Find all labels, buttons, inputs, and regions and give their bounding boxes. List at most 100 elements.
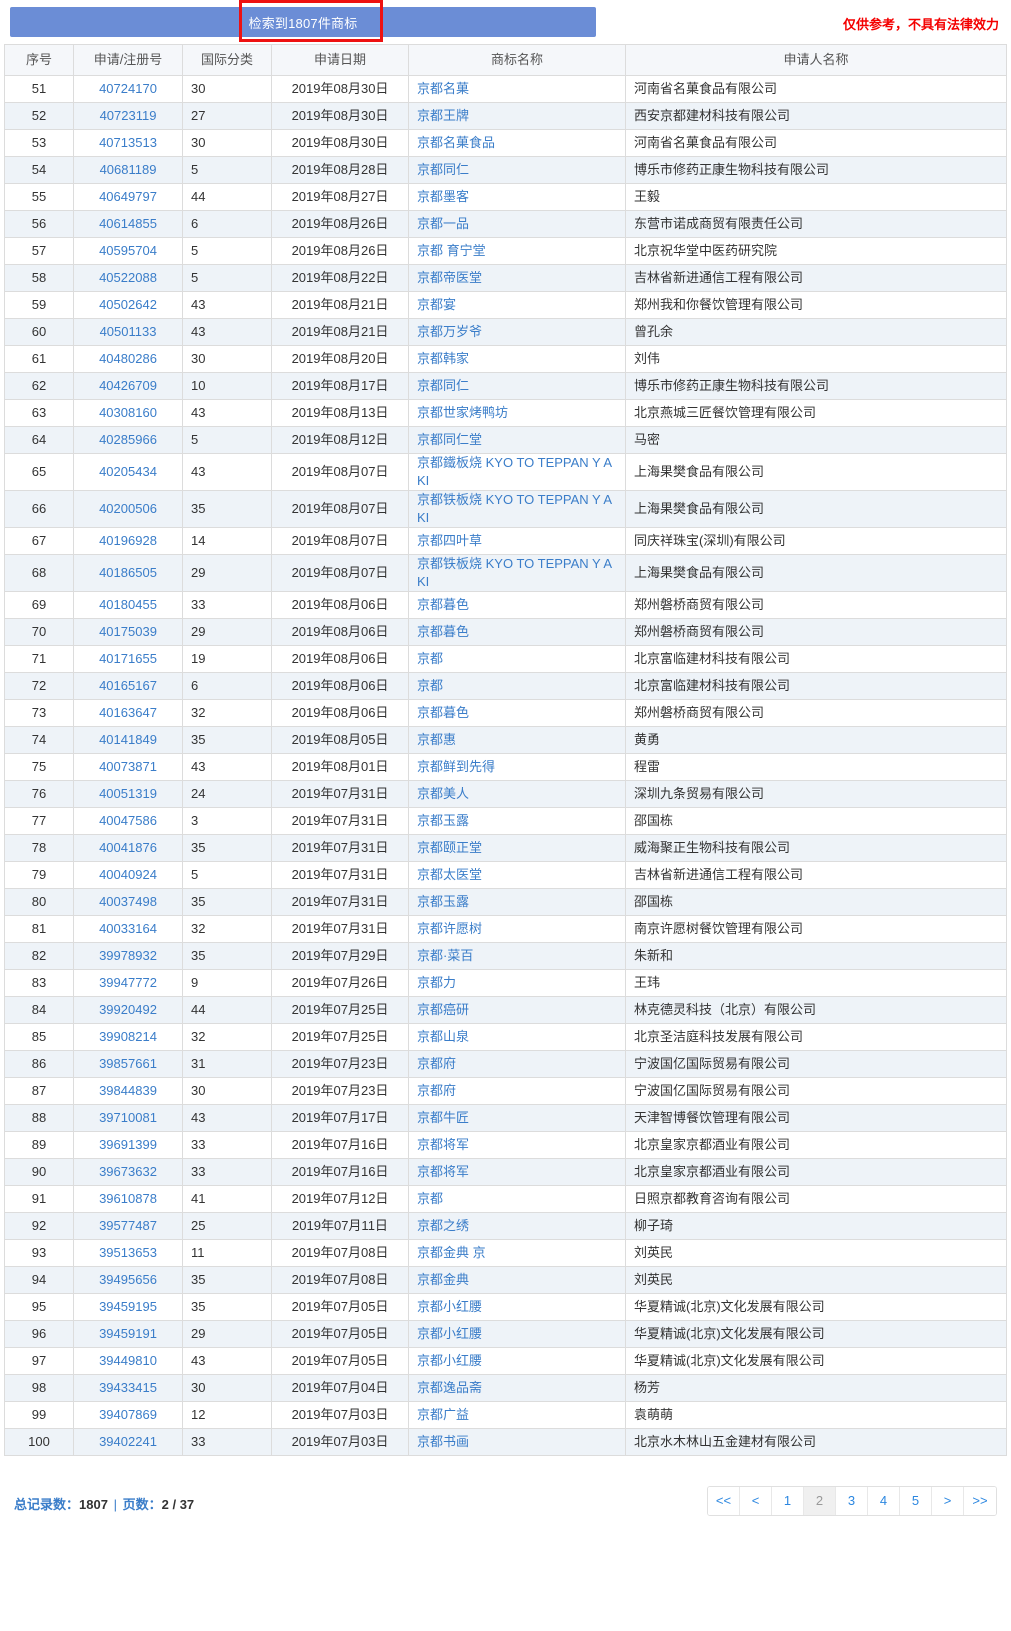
- trademark-name-link[interactable]: 京都世家烤鸭坊: [417, 405, 508, 420]
- regno-link[interactable]: 39908214: [99, 1029, 157, 1044]
- cell-regno[interactable]: 40681189: [73, 156, 183, 184]
- trademark-name-link[interactable]: 京都暮色: [417, 624, 469, 639]
- cell-trademark-name[interactable]: 京都广益: [408, 1401, 626, 1429]
- regno-link[interactable]: 40051319: [99, 786, 157, 801]
- trademark-name-link[interactable]: 京都广益: [417, 1407, 469, 1422]
- trademark-name-link[interactable]: 京都韩家: [417, 351, 469, 366]
- cell-trademark-name[interactable]: 京都小红腰: [408, 1293, 626, 1321]
- regno-link[interactable]: 40614855: [99, 216, 157, 231]
- regno-link[interactable]: 40041876: [99, 840, 157, 855]
- cell-trademark-name[interactable]: 京都墨客: [408, 183, 626, 211]
- cell-regno[interactable]: 40186505: [73, 554, 183, 592]
- cell-trademark-name[interactable]: 京都癌研: [408, 996, 626, 1024]
- regno-link[interactable]: 39513653: [99, 1245, 157, 1260]
- cell-regno[interactable]: 40501133: [73, 318, 183, 346]
- trademark-name-link[interactable]: 京都府: [417, 1056, 456, 1071]
- regno-link[interactable]: 40501133: [100, 324, 157, 339]
- cell-regno[interactable]: 40040924: [73, 861, 183, 889]
- regno-link[interactable]: 40171655: [99, 651, 157, 666]
- trademark-name-link[interactable]: 京都四叶草: [417, 533, 482, 548]
- regno-link[interactable]: 40681189: [100, 162, 157, 177]
- cell-regno[interactable]: 39691399: [73, 1131, 183, 1159]
- trademark-name-link[interactable]: 京都太医堂: [417, 867, 482, 882]
- trademark-name-link[interactable]: 京都府: [417, 1083, 456, 1098]
- trademark-name-link[interactable]: 京都牛匠: [417, 1110, 469, 1125]
- cell-regno[interactable]: 40200506: [73, 490, 183, 528]
- trademark-name-link[interactable]: 京都山泉: [417, 1029, 469, 1044]
- cell-trademark-name[interactable]: 京都铁板烧 KYO TO TEPPAN Y A KI: [408, 490, 626, 528]
- regno-link[interactable]: 39495656: [99, 1272, 157, 1287]
- regno-link[interactable]: 39433415: [99, 1380, 157, 1395]
- pagination-page-4[interactable]: 4: [868, 1487, 900, 1515]
- cell-trademark-name[interactable]: 京都许愿树: [408, 915, 626, 943]
- trademark-name-link[interactable]: 京都逸品斋: [417, 1380, 482, 1395]
- cell-trademark-name[interactable]: 京都名菓: [408, 75, 626, 103]
- cell-trademark-name[interactable]: 京都金典 京: [408, 1239, 626, 1267]
- trademark-name-link[interactable]: 京都一品: [417, 216, 469, 231]
- regno-link[interactable]: 40200506: [99, 501, 157, 516]
- trademark-name-link[interactable]: 京都名菓: [417, 81, 469, 96]
- trademark-name-link[interactable]: 京都宴: [417, 297, 456, 312]
- cell-regno[interactable]: 40480286: [73, 345, 183, 373]
- trademark-name-link[interactable]: 京都美人: [417, 786, 469, 801]
- cell-trademark-name[interactable]: 京都玉露: [408, 888, 626, 916]
- cell-trademark-name[interactable]: 京都: [408, 672, 626, 700]
- regno-link[interactable]: 39978932: [99, 948, 157, 963]
- regno-link[interactable]: 40186505: [99, 565, 157, 580]
- cell-trademark-name[interactable]: 京都世家烤鸭坊: [408, 399, 626, 427]
- cell-trademark-name[interactable]: 京都将军: [408, 1158, 626, 1186]
- trademark-name-link[interactable]: 京都玉露: [417, 813, 469, 828]
- cell-trademark-name[interactable]: 京都逸品斋: [408, 1374, 626, 1402]
- cell-regno[interactable]: 39610878: [73, 1185, 183, 1213]
- regno-link[interactable]: 39407869: [99, 1407, 157, 1422]
- regno-link[interactable]: 40165167: [99, 678, 157, 693]
- cell-trademark-name[interactable]: 京都四叶草: [408, 527, 626, 555]
- cell-trademark-name[interactable]: 京都暮色: [408, 699, 626, 727]
- regno-link[interactable]: 39857661: [99, 1056, 157, 1071]
- regno-link[interactable]: 40196928: [99, 533, 157, 548]
- cell-regno[interactable]: 39577487: [73, 1212, 183, 1240]
- trademark-name-link[interactable]: 京都惠: [417, 732, 456, 747]
- cell-trademark-name[interactable]: 京都府: [408, 1050, 626, 1078]
- cell-regno[interactable]: 40614855: [73, 210, 183, 238]
- trademark-name-link[interactable]: 京都·菜百: [417, 948, 473, 963]
- cell-regno[interactable]: 39449810: [73, 1347, 183, 1375]
- cell-trademark-name[interactable]: 京都帝医堂: [408, 264, 626, 292]
- trademark-name-link[interactable]: 京都同仁堂: [417, 432, 482, 447]
- regno-link[interactable]: 39610878: [99, 1191, 157, 1206]
- trademark-name-link[interactable]: 京都同仁: [417, 162, 469, 177]
- regno-link[interactable]: 40180455: [99, 597, 157, 612]
- cell-trademark-name[interactable]: 京都同仁堂: [408, 426, 626, 454]
- cell-trademark-name[interactable]: 京都书画: [408, 1428, 626, 1456]
- cell-regno[interactable]: 40141849: [73, 726, 183, 754]
- regno-link[interactable]: 40033164: [99, 921, 157, 936]
- trademark-name-link[interactable]: 京都将军: [417, 1164, 469, 1179]
- cell-regno[interactable]: 40723119: [73, 102, 183, 130]
- pagination-first[interactable]: <<: [708, 1487, 740, 1515]
- regno-link[interactable]: 39673632: [99, 1164, 157, 1179]
- trademark-name-link[interactable]: 京都颐正堂: [417, 840, 482, 855]
- cell-trademark-name[interactable]: 京都 育宁堂: [408, 237, 626, 265]
- cell-regno[interactable]: 40037498: [73, 888, 183, 916]
- trademark-name-link[interactable]: 京都: [417, 678, 443, 693]
- cell-trademark-name[interactable]: 京都: [408, 1185, 626, 1213]
- regno-link[interactable]: 40426709: [99, 378, 157, 393]
- trademark-name-link[interactable]: 京都将军: [417, 1137, 469, 1152]
- cell-regno[interactable]: 39513653: [73, 1239, 183, 1267]
- pagination-last[interactable]: >>: [964, 1487, 996, 1515]
- regno-link[interactable]: 39459195: [99, 1299, 157, 1314]
- regno-link[interactable]: 39947772: [99, 975, 157, 990]
- pagination-prev[interactable]: <: [740, 1487, 772, 1515]
- cell-regno[interactable]: 40033164: [73, 915, 183, 943]
- cell-regno[interactable]: 40171655: [73, 645, 183, 673]
- pagination-page-1[interactable]: 1: [772, 1487, 804, 1515]
- cell-trademark-name[interactable]: 京都牛匠: [408, 1104, 626, 1132]
- cell-regno[interactable]: 39495656: [73, 1266, 183, 1294]
- cell-trademark-name[interactable]: 京都一品: [408, 210, 626, 238]
- cell-regno[interactable]: 40522088: [73, 264, 183, 292]
- cell-trademark-name[interactable]: 京都将军: [408, 1131, 626, 1159]
- regno-link[interactable]: 39577487: [99, 1218, 157, 1233]
- trademark-name-link[interactable]: 京都小红腰: [417, 1353, 482, 1368]
- trademark-name-link[interactable]: 京都书画: [417, 1434, 469, 1449]
- cell-trademark-name[interactable]: 京都同仁: [408, 372, 626, 400]
